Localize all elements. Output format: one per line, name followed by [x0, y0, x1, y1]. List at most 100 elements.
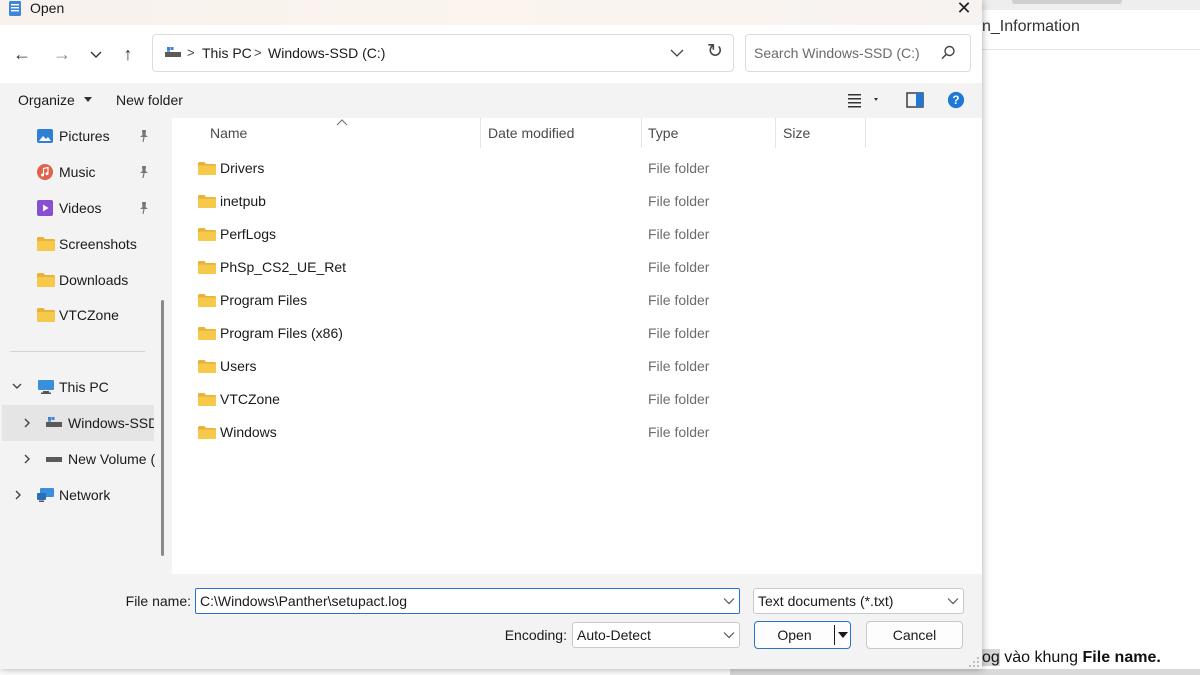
search-box[interactable]: [745, 34, 971, 72]
view-options-icon[interactable]: [846, 91, 880, 109]
file-type: File folder: [648, 358, 710, 374]
new-folder-button[interactable]: New folder: [116, 83, 183, 118]
command-bar: Organize New folder ?: [0, 83, 982, 118]
column-divider[interactable]: [775, 118, 776, 148]
refresh-icon[interactable]: ↻: [703, 39, 727, 65]
encoding-select[interactable]: Auto-Detect: [572, 622, 740, 648]
cancel-button[interactable]: Cancel: [866, 621, 963, 649]
pin-icon[interactable]: [137, 164, 151, 180]
breadcrumb-separator: >: [254, 45, 262, 60]
file-row[interactable]: Users File folder: [192, 350, 972, 383]
encoding-value: Auto-Detect: [577, 627, 651, 643]
organize-label: Organize: [18, 92, 75, 108]
recent-locations-button[interactable]: [83, 41, 109, 67]
sidebar-item-videos[interactable]: Videos: [0, 190, 160, 226]
sidebar-item-label: Screenshots: [59, 236, 137, 252]
sidebar-item-music[interactable]: Music: [0, 154, 160, 190]
pin-icon[interactable]: [137, 200, 151, 216]
file-name-field[interactable]: [195, 588, 740, 614]
column-header-name[interactable]: Name: [210, 118, 247, 148]
back-button[interactable]: ←: [9, 41, 35, 67]
column-divider[interactable]: [865, 118, 866, 148]
file-name-input[interactable]: [200, 591, 715, 611]
sidebar-item-label: Music: [59, 164, 96, 180]
notepad-icon: [9, 1, 21, 16]
forward-button[interactable]: →: [49, 41, 75, 67]
organize-button[interactable]: Organize: [18, 83, 93, 118]
file-name: PerfLogs: [220, 226, 277, 242]
open-dialog: Open ✕ ← → ↑ > This PC > Windows-SSD (C:…: [0, 0, 982, 669]
file-name: Program Files (x86): [220, 325, 343, 341]
background-tab-strip: [982, 0, 1200, 10]
file-row[interactable]: PhSp_CS2_UE_Ret File folder: [192, 251, 972, 284]
up-button[interactable]: ↑: [115, 41, 141, 67]
column-header-size[interactable]: Size: [783, 118, 810, 148]
address-dropdown-icon[interactable]: [667, 43, 687, 63]
sidebar-scrollbar[interactable]: [161, 300, 164, 556]
file-name: VTCZone: [220, 391, 280, 407]
file-row[interactable]: Program Files File folder: [192, 284, 972, 317]
sidebar-item-vtczone[interactable]: VTCZone: [0, 297, 160, 333]
column-divider[interactable]: [641, 118, 642, 148]
chevron-right-icon[interactable]: [20, 405, 34, 441]
search-input[interactable]: [754, 41, 934, 65]
pictures-icon: [37, 129, 53, 143]
file-type-select[interactable]: Text documents (*.txt): [753, 588, 964, 614]
sidebar-item-label: Network: [59, 487, 111, 503]
chevron-down-icon: [723, 632, 735, 639]
folder-icon: [198, 228, 216, 241]
folder-icon: [198, 426, 216, 439]
folder-icon: [37, 273, 55, 287]
sidebar-item-this-pc[interactable]: This PC: [0, 369, 160, 405]
sidebar-item-new-volume[interactable]: New Volume (D:): [0, 441, 160, 477]
file-type: File folder: [648, 292, 710, 308]
address-bar[interactable]: > This PC > Windows-SSD (C:) ↻: [152, 34, 734, 72]
navigation-bar: ← → ↑ > This PC > Windows-SSD (C:) ↻: [0, 25, 982, 83]
chevron-right-icon[interactable]: [11, 477, 25, 513]
preview-pane-icon[interactable]: [906, 91, 924, 109]
column-header-type[interactable]: Type: [648, 118, 678, 148]
help-icon[interactable]: ?: [946, 91, 966, 109]
file-name: Windows: [220, 424, 277, 440]
sidebar-item-pictures[interactable]: Pictures: [0, 118, 160, 154]
background-divider: [730, 669, 1200, 675]
file-name: Drivers: [220, 160, 265, 176]
file-row[interactable]: Program Files (x86) File folder: [192, 317, 972, 350]
breadcrumb-windows-ssd[interactable]: Windows-SSD (C:): [268, 35, 385, 71]
file-row[interactable]: PerfLogs File folder: [192, 218, 972, 251]
file-type-value: Text documents (*.txt): [758, 593, 894, 609]
pin-icon[interactable]: [137, 128, 151, 144]
column-divider[interactable]: [480, 118, 481, 148]
caret-down-icon[interactable]: [837, 630, 849, 640]
drive-icon: [165, 47, 181, 57]
title-bar: Open ✕: [0, 0, 982, 25]
column-header-date-modified[interactable]: Date modified: [488, 118, 574, 148]
folder-icon: [37, 308, 55, 322]
sidebar-item-label: This PC: [59, 379, 109, 395]
sidebar-item-label: Videos: [59, 200, 102, 216]
sidebar-item-network[interactable]: Network: [0, 477, 160, 513]
file-row[interactable]: VTCZone File folder: [192, 383, 972, 416]
file-type: File folder: [648, 160, 710, 176]
file-row[interactable]: Drivers File folder: [192, 152, 972, 185]
breadcrumb-this-pc[interactable]: This PC: [202, 35, 252, 71]
caret-down-icon: [83, 97, 92, 102]
sidebar-item-downloads[interactable]: Downloads: [0, 262, 160, 298]
resize-grip-icon[interactable]: [966, 654, 980, 668]
folder-icon: [198, 393, 216, 406]
sidebar-divider: [10, 351, 145, 352]
chevron-right-icon[interactable]: [20, 441, 34, 477]
file-type: File folder: [648, 391, 710, 407]
chevron-down-icon[interactable]: [10, 369, 24, 405]
dialog-footer: File name: Text documents (*.txt) Encodi…: [0, 574, 982, 669]
file-name: Users: [220, 358, 257, 374]
file-row[interactable]: Windows File folder: [192, 416, 972, 449]
chevron-down-icon[interactable]: [723, 596, 735, 606]
sidebar-item-screenshots[interactable]: Screenshots: [0, 226, 160, 262]
file-row[interactable]: inetpub File folder: [192, 185, 972, 218]
this-pc-icon: [38, 380, 54, 394]
sort-ascending-icon: [336, 119, 348, 126]
sidebar-item-windows-ssd[interactable]: Windows-SSD (C:): [2, 405, 154, 441]
close-button[interactable]: ✕: [952, 0, 976, 20]
open-button[interactable]: Open: [754, 621, 851, 649]
